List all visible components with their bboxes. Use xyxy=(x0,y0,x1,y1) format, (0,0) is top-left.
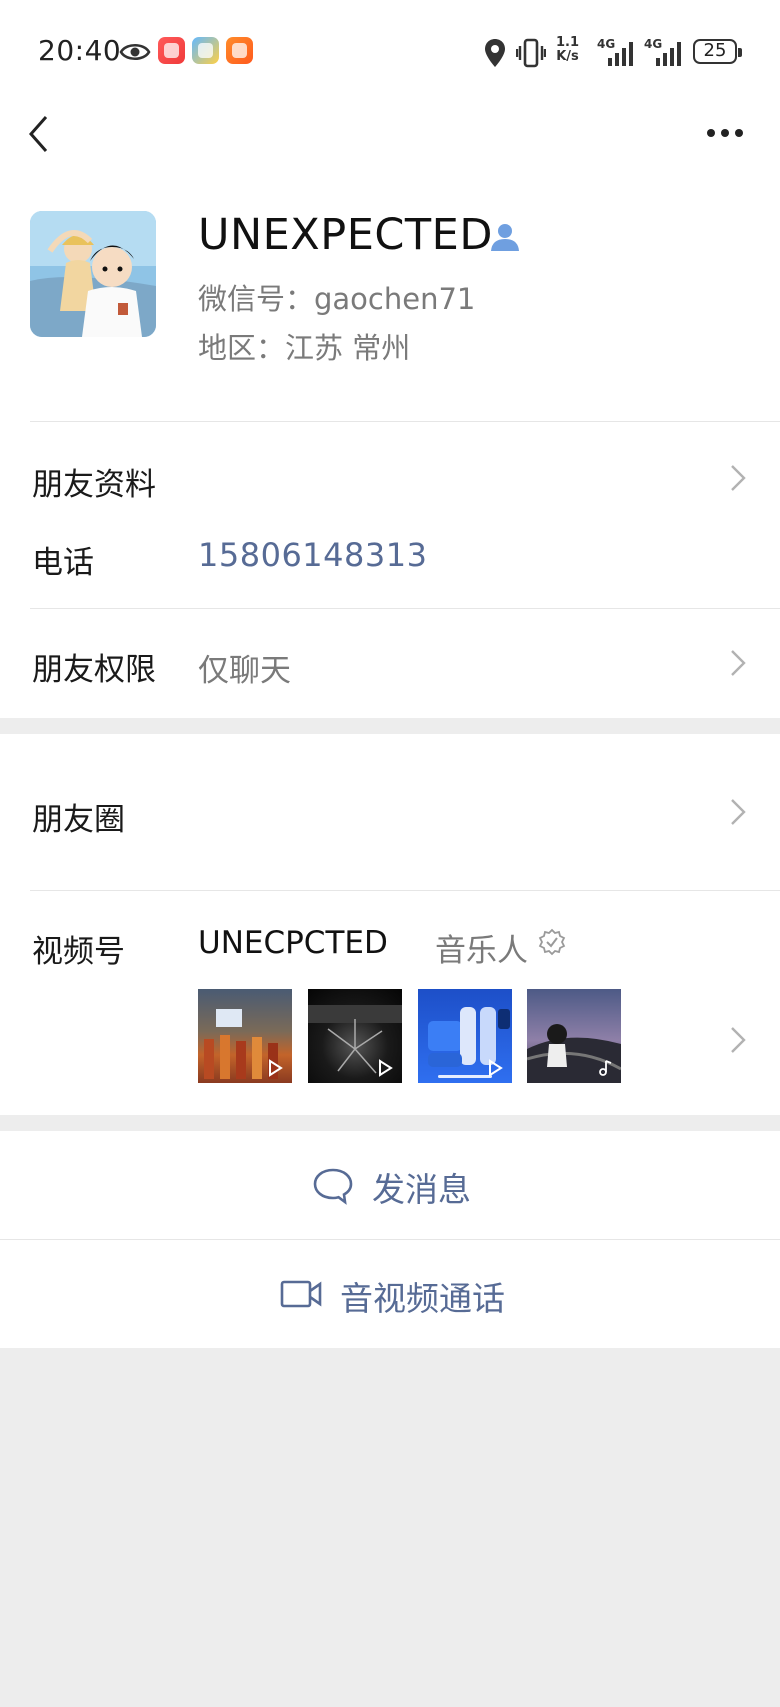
channel-name: UNECPCTED xyxy=(198,925,388,961)
avatar[interactable] xyxy=(30,211,156,337)
chat-bubble-icon xyxy=(313,1168,353,1205)
avatar-image xyxy=(30,211,156,337)
video-camera-icon xyxy=(280,1280,322,1308)
music-note-icon xyxy=(599,1060,612,1076)
wechat-id: 微信号：gaochen71 xyxy=(198,282,476,316)
play-icon xyxy=(269,1059,283,1077)
chevron-left-icon[interactable] xyxy=(26,114,50,154)
permissions-value: 仅聊天 xyxy=(198,653,291,689)
channel-video-thumbnail[interactable] xyxy=(418,989,512,1083)
send-message-label: 发消息 xyxy=(372,1170,471,1209)
channels-label: 视频号 xyxy=(32,934,125,970)
eye-icon xyxy=(119,43,151,61)
chevron-right-icon xyxy=(731,1027,746,1053)
moments-label: 朋友圈 xyxy=(32,802,125,838)
signal-icon xyxy=(656,42,681,66)
friend-info-label: 朋友资料 xyxy=(32,467,156,503)
chevron-right-icon xyxy=(731,465,746,491)
chevron-right-icon xyxy=(731,799,746,825)
av-call-label: 音视频通话 xyxy=(340,1279,505,1318)
region: 地区：江苏 常州 xyxy=(198,331,411,365)
phone-number[interactable]: 15806148313 xyxy=(198,536,427,574)
channel-video-thumbnail[interactable] xyxy=(198,989,292,1083)
vibrate-icon xyxy=(516,38,546,68)
location-icon xyxy=(485,39,505,67)
battery-icon: 25 xyxy=(693,39,742,64)
nickname: UNEXPECTED xyxy=(198,210,493,260)
play-icon xyxy=(379,1059,393,1077)
verified-badge-icon xyxy=(538,928,566,956)
app-notification-icon xyxy=(158,37,185,64)
chevron-right-icon xyxy=(731,650,746,676)
network-speed: 1.1 K/s xyxy=(556,35,580,64)
more-dots-icon[interactable] xyxy=(706,128,744,138)
channel-video-thumbnail[interactable] xyxy=(527,989,621,1083)
channel-role: 音乐人 xyxy=(435,933,528,969)
channel-video-thumbnail[interactable] xyxy=(308,989,402,1083)
contact-badge-icon xyxy=(491,224,519,251)
reward-app-icon xyxy=(226,37,253,64)
weather-app-icon xyxy=(192,37,219,64)
permissions-label: 朋友权限 xyxy=(32,652,156,688)
play-icon xyxy=(489,1059,503,1077)
phone-label: 电话 xyxy=(32,545,94,581)
signal-icon xyxy=(608,42,633,66)
status-time: 20:40 xyxy=(38,34,122,67)
